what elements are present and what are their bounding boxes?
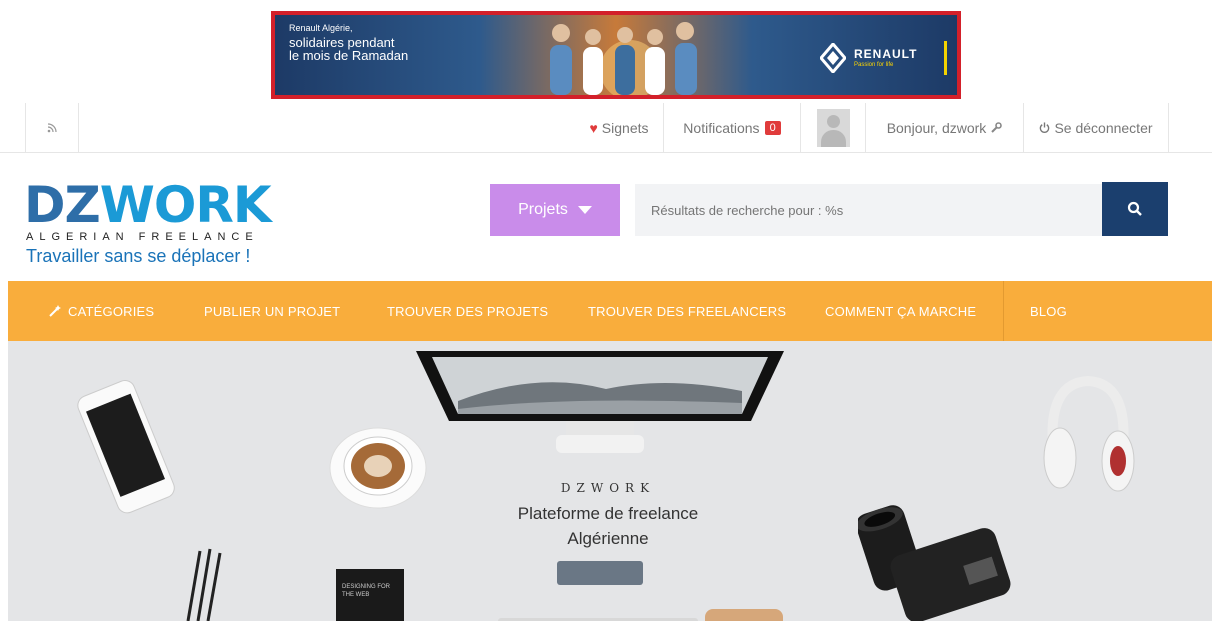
avatar: [816, 108, 850, 147]
logout-label: Se déconnecter: [1054, 119, 1153, 136]
nav-item-label: TROUVER DES FREELANCERS: [588, 303, 787, 319]
nav-item-label: CATÉGORIES: [68, 303, 155, 319]
nav-item-how-it-works[interactable]: COMMENT ÇA MARCHE: [825, 281, 976, 341]
notebook-image: DESIGNING FOR THE WEB: [336, 569, 404, 621]
headphones-image: [1043, 375, 1135, 492]
camera-image: [858, 505, 1011, 621]
power-icon: [1040, 122, 1050, 133]
nav-item-find-freelancers[interactable]: TROUVER DES FREELANCERS: [588, 281, 786, 341]
rss-icon: [47, 122, 57, 132]
search-input[interactable]: [635, 184, 1102, 236]
renault-logo: RENAULT Passion for life: [820, 41, 950, 75]
wrench-icon: [991, 121, 1003, 133]
top-bar: ♥ Signets Notifications 0 Bonjour, dzwor…: [0, 103, 1212, 153]
hero-button[interactable]: [557, 561, 643, 585]
nav-item-blog[interactable]: BLOG: [1030, 281, 1067, 341]
logo-subtitle: ALGERIAN FREELANCE: [26, 231, 259, 243]
ad-headline: solidaires pendant le mois de Ramadan: [289, 36, 429, 62]
notifications-link[interactable]: Notifications 0: [664, 103, 801, 152]
logo-work: WORK: [99, 176, 272, 234]
nav-item-label: BLOG: [1030, 303, 1067, 319]
nav-item-label: TROUVER DES PROJETS: [387, 303, 549, 319]
coffee-cup-image: [329, 427, 427, 509]
banner-ad[interactable]: Renault Algérie, solidaires pendant le m…: [271, 11, 961, 99]
site-tagline: Travailler sans se déplacer !: [26, 246, 251, 266]
site-logo[interactable]: DZWORK ALGERIAN FREELANCE Travailler san…: [24, 180, 314, 272]
ad-brand-tagline: Passion for life: [854, 62, 894, 68]
greeting-label: Bonjour, dzwork: [886, 119, 987, 136]
notebook-text: DESIGNING FOR THE WEB: [342, 584, 391, 598]
hero-title-line2: Algérienne: [567, 529, 649, 548]
monitor-image: [416, 351, 784, 453]
ad-small-text: Renault Algérie,: [289, 23, 353, 33]
heart-icon: ♥: [589, 119, 598, 136]
nav-item-find-projects[interactable]: TROUVER DES PROJETS: [387, 281, 548, 341]
nav-divider: [1003, 281, 1004, 341]
avatar-link[interactable]: [801, 103, 866, 152]
search-icon: [1127, 201, 1142, 216]
phone-image: [77, 380, 175, 514]
rss-link[interactable]: [25, 103, 79, 152]
nav-item-label: PUBLIER UN PROJET: [204, 303, 341, 319]
nav-item-label: COMMENT ÇA MARCHE: [825, 303, 977, 319]
logo-wordmark: DZWORK: [24, 180, 272, 230]
signets-label: Signets: [601, 119, 649, 136]
main-nav: CATÉGORIES PUBLIER UN PROJET TROUVER DES…: [8, 281, 1212, 341]
hero-banner: DESIGNING FOR THE WEB DZWORK Plateforme …: [8, 341, 1212, 621]
search-button[interactable]: [1102, 182, 1168, 236]
notifications-badge: 0: [764, 120, 781, 135]
caret-down-icon: [577, 206, 592, 214]
ad-brand-bar: [944, 41, 947, 75]
magic-wand-icon: [49, 305, 61, 317]
ad-people-image: [550, 22, 697, 95]
nav-item-publish-project[interactable]: PUBLIER UN PROJET: [204, 281, 340, 341]
logout-link[interactable]: Se déconnecter: [1024, 103, 1169, 152]
logo-dz: DZ: [24, 176, 101, 234]
nav-item-categories[interactable]: CATÉGORIES: [48, 281, 154, 341]
hero-caption: DZWORK Plateforme de freelance Algérienn…: [493, 481, 723, 551]
hero-brand-small: DZWORK: [560, 481, 656, 495]
notifications-label: Notifications: [683, 119, 760, 136]
projects-dropdown[interactable]: Projets: [490, 184, 620, 236]
renault-diamond-icon: [820, 43, 846, 73]
wallet-image: [705, 609, 783, 621]
ad-headline-line2: le mois de Ramadan: [289, 48, 409, 63]
hero-title-line1: Plateforme de freelance: [517, 504, 699, 523]
signets-link[interactable]: ♥ Signets: [575, 103, 664, 152]
ad-brand-name: RENAULT: [854, 47, 918, 61]
user-greeting-link[interactable]: Bonjour, dzwork: [866, 103, 1024, 152]
pencils-image: [186, 548, 222, 621]
projects-dropdown-label: Projets: [518, 201, 568, 218]
